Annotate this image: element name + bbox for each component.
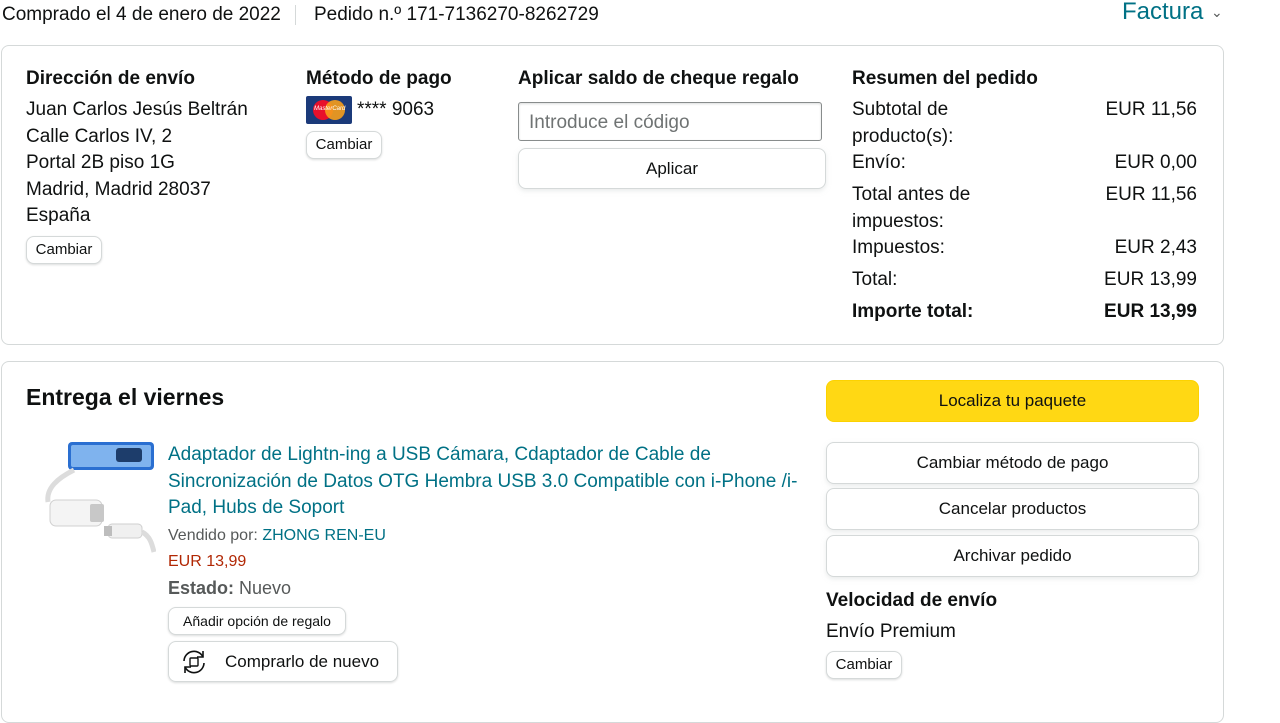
seller-link[interactable]: ZHONG REN-EU xyxy=(262,527,386,544)
change-payment-method-button[interactable]: Cambiar método de pago xyxy=(826,442,1199,484)
buy-again-icon xyxy=(179,648,209,681)
summary-value-tax: EUR 2,43 xyxy=(1114,237,1197,258)
address-line: Madrid, Madrid 28037 xyxy=(26,178,211,200)
card-brand-text: MasterCard xyxy=(314,106,346,112)
summary-label-pretax: Total antes de impuestos: xyxy=(852,184,971,232)
delivery-title: Entrega el viernes xyxy=(26,384,225,410)
invoice-link[interactable]: Factura xyxy=(1122,0,1203,26)
archive-order-button[interactable]: Archivar pedido xyxy=(826,535,1199,577)
summary-label-total: Total: xyxy=(852,269,898,290)
product-price: EUR 13,99 xyxy=(168,553,247,570)
summary-value-subtotal: EUR 11,56 xyxy=(1105,99,1197,120)
product-image[interactable] xyxy=(38,440,157,558)
summary-value-shipping: EUR 0,00 xyxy=(1114,152,1197,173)
address-line: Juan Carlos Jesús Beltrán xyxy=(26,99,248,120)
summary-value-total: EUR 13,99 xyxy=(1104,269,1197,290)
shipping-speed-title: Velocidad de envío xyxy=(826,590,998,611)
summary-title: Resumen del pedido xyxy=(852,68,1038,89)
shipping-speed-value: Envío Premium xyxy=(826,621,956,642)
header-divider xyxy=(295,5,296,25)
buy-again-label: Comprarlo de nuevo xyxy=(225,652,380,671)
gift-card-title: Aplicar saldo de cheque regalo xyxy=(518,68,799,89)
track-package-button[interactable]: Localiza tu paquete xyxy=(826,380,1199,422)
cancel-products-button[interactable]: Cancelar productos xyxy=(826,488,1199,530)
summary-value-grand-total: EUR 13,99 xyxy=(1104,301,1197,322)
product-condition: Estado: Nuevo xyxy=(168,578,291,599)
chevron-down-icon[interactable]: ⌄ xyxy=(1211,4,1223,21)
address-line: España xyxy=(26,205,91,226)
apply-gift-button[interactable]: Aplicar xyxy=(518,148,826,189)
summary-label-grand-total: Importe total: xyxy=(852,301,974,322)
shipping-address: Juan Carlos Jesús Beltrán Calle Carlos I… xyxy=(26,97,248,230)
card-number: **** 9063 xyxy=(357,99,435,120)
shipping-title: Dirección de envío xyxy=(26,68,195,89)
summary-label-shipping: Envío: xyxy=(852,152,906,173)
gift-option-button[interactable]: Añadir opción de regalo xyxy=(168,607,346,635)
summary-value-pretax: EUR 11,56 xyxy=(1105,184,1197,205)
summary-label-tax: Impuestos: xyxy=(852,237,945,258)
summary-label-subtotal: Subtotal de producto(s): xyxy=(852,99,954,147)
gift-code-input[interactable]: Introduce el código xyxy=(518,102,822,141)
address-line: Calle Carlos IV, 2 xyxy=(26,125,173,147)
condition-value: Nuevo xyxy=(239,578,292,598)
purchase-date: Comprado el 4 de enero de 2022 xyxy=(2,4,281,25)
product-title-link[interactable]: Adaptador de Lightn-ing a USB Cámara, Cd… xyxy=(168,442,798,522)
payment-title: Método de pago xyxy=(306,68,452,89)
change-speed-button[interactable]: Cambiar xyxy=(826,651,902,679)
sold-by: Vendido por: ZHONG REN-EU xyxy=(168,527,386,545)
change-payment-button[interactable]: Cambiar xyxy=(306,131,382,159)
buy-again-button[interactable]: Comprarlo de nuevo xyxy=(168,641,398,682)
address-line: Portal 2B piso 1G xyxy=(26,152,175,173)
mastercard-icon: MasterCard xyxy=(306,96,352,124)
change-address-button[interactable]: Cambiar xyxy=(26,236,102,264)
condition-label: Estado: xyxy=(168,578,235,598)
order-number: Pedido n.º 171-7136270-8262729 xyxy=(314,4,599,25)
sold-by-label: Vendido por: xyxy=(168,527,258,544)
